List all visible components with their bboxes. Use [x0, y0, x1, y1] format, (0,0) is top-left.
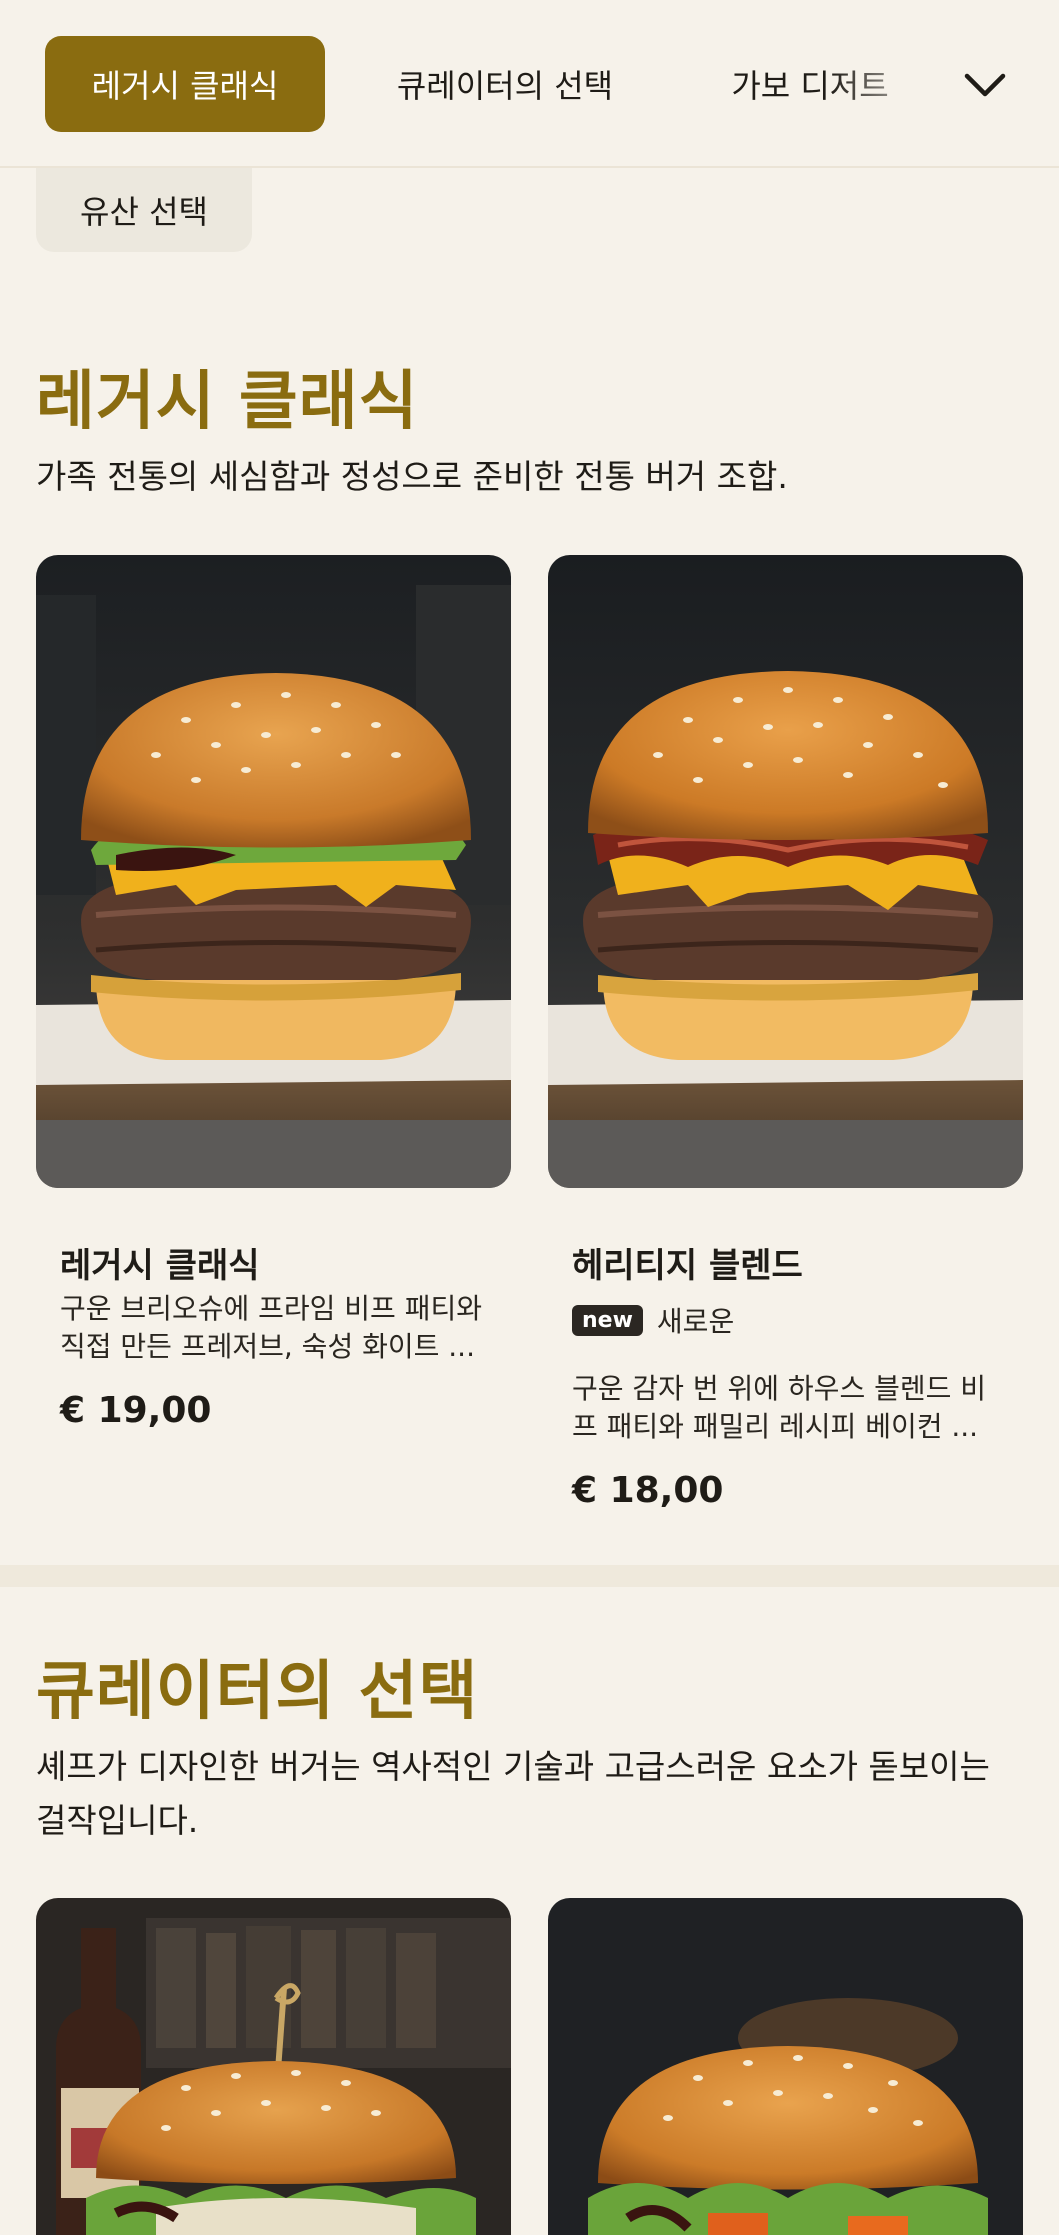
- section-title: 레거시 클래식: [36, 365, 419, 439]
- category-nav: 레거시 클래식 큐레이터의 선택 가보 디저트: [0, 0, 1059, 168]
- new-badge: new: [572, 1304, 643, 1336]
- burger-image-curator-1[interactable]: [36, 1898, 511, 2235]
- tab-curators-choice[interactable]: 큐레이터의 선택: [372, 36, 638, 132]
- section-description: 가족 전통의 세심함과 정성으로 준비한 전통 버거 조합.: [36, 457, 788, 496]
- section-description: 셰프가 디자인한 버거는 역사적인 기술과 고급스러운 요소가 돋보이는 걸작입…: [36, 1747, 990, 1840]
- burger-image-heritage-blend[interactable]: [548, 555, 1023, 1188]
- burger-image-legacy-classic[interactable]: [36, 555, 511, 1188]
- section-divider: [0, 1565, 1059, 1587]
- section-title: 큐레이터의 선택: [36, 1655, 479, 1729]
- item-description: 구운 브리오슈에 프라임 비프 패티와 직접 만든 프레저브, 숙성 화이트 .…: [60, 1292, 483, 1363]
- tab-heirloom-dessert[interactable]: 가보 디저트: [710, 36, 910, 132]
- new-badge-label: 새로운: [656, 1305, 735, 1338]
- burger-image-curator-2[interactable]: [548, 1898, 1023, 2235]
- item-price: € 19,00: [60, 1390, 212, 1431]
- new-badge-row: new 새로운: [572, 1300, 734, 1340]
- item-description: 구운 감자 번 위에 하우스 블렌드 비프 패티와 패밀리 레시피 베이컨 ..…: [572, 1372, 987, 1443]
- item-name[interactable]: 레거시 클래식: [60, 1238, 260, 1287]
- tab-heritage-selection[interactable]: 유산 선택: [36, 168, 252, 252]
- tab-legacy-classic[interactable]: 레거시 클래식: [45, 36, 325, 132]
- chevron-down-icon[interactable]: [960, 60, 1010, 110]
- item-name[interactable]: 헤리티지 블렌드: [572, 1238, 803, 1287]
- item-price: € 18,00: [572, 1470, 724, 1511]
